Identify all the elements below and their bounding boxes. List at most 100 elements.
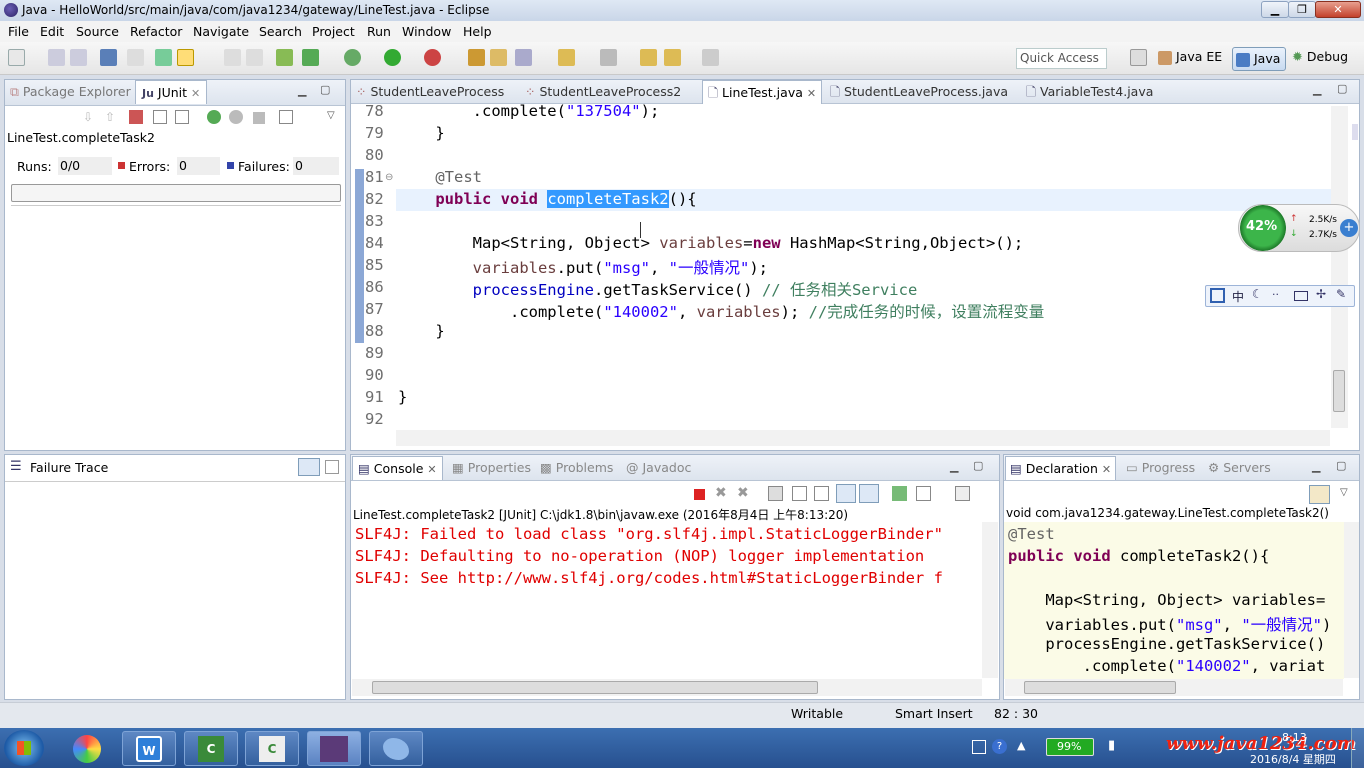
tab-package-explorer[interactable]: ⧉ Package Explorer bbox=[10, 80, 131, 104]
minimize-console-icon[interactable]: ▁ bbox=[950, 460, 958, 473]
stop-icon[interactable] bbox=[253, 112, 265, 124]
tab-linetest[interactable]: 🗋 LineTest.java ✕ bbox=[702, 80, 823, 104]
toggle-mark-icon[interactable] bbox=[155, 49, 172, 66]
show-whitespace-icon[interactable] bbox=[246, 49, 263, 66]
filter-trace-icon[interactable] bbox=[298, 458, 320, 476]
remove-launch-icon[interactable]: ✖ bbox=[715, 485, 727, 501]
tray-icon-a[interactable] bbox=[972, 740, 986, 754]
minimize-editor-icon[interactable]: ▁ bbox=[1313, 83, 1321, 96]
code-line-81[interactable]: @Test bbox=[398, 168, 482, 186]
show-stdout-icon[interactable] bbox=[836, 484, 856, 503]
back-icon[interactable] bbox=[664, 49, 681, 66]
tray-expand-icon[interactable]: ▲ bbox=[1017, 739, 1025, 752]
maximize-editor-icon[interactable]: ▢ bbox=[1337, 82, 1347, 95]
code-line-85[interactable]: variables.put("msg", "一般情况"); bbox=[398, 256, 768, 278]
minimize-declaration-icon[interactable]: ▁ bbox=[1312, 460, 1320, 473]
prev-failure-icon[interactable]: ⇧ bbox=[105, 110, 115, 124]
block-selection-icon[interactable] bbox=[224, 49, 241, 66]
next-failure-icon[interactable]: ⇩ bbox=[83, 110, 93, 124]
run-icon[interactable] bbox=[384, 49, 401, 66]
prev-annotation-icon[interactable] bbox=[600, 49, 617, 66]
tab-console[interactable]: ▤ Console ✕ bbox=[352, 456, 443, 480]
test-tree[interactable] bbox=[11, 205, 341, 449]
tab-variabletest4[interactable]: 🗋 VariableTest4.java bbox=[1026, 80, 1153, 104]
menu-source[interactable]: Source bbox=[76, 24, 119, 39]
highlight-icon[interactable] bbox=[177, 49, 194, 66]
link-editor-icon[interactable] bbox=[1309, 485, 1330, 504]
menu-file[interactable]: File bbox=[8, 24, 29, 39]
view-menu-icon[interactable]: ▽ bbox=[327, 110, 335, 121]
code-line-87[interactable]: .complete("140002", variables); //完成任务的时… bbox=[398, 300, 1044, 322]
clear-console-icon[interactable] bbox=[768, 486, 783, 501]
tab-junit[interactable]: Ju JUnit ✕ bbox=[135, 80, 208, 104]
compare-icon[interactable] bbox=[325, 460, 339, 474]
menu-project[interactable]: Project bbox=[312, 24, 355, 39]
save-all-icon[interactable] bbox=[70, 49, 87, 66]
close-button[interactable]: ✕ bbox=[1315, 1, 1361, 18]
taskbar-app-camtasia[interactable]: C bbox=[184, 731, 238, 766]
declaration-vertical-scrollbar[interactable] bbox=[1344, 522, 1359, 678]
show-failures-icon[interactable] bbox=[129, 110, 143, 124]
tab-studentleaveprocess2[interactable]: ⁘ StudentLeaveProcess2 bbox=[525, 80, 681, 104]
maximize-console-icon[interactable]: ▢ bbox=[973, 459, 983, 472]
menu-window[interactable]: Window bbox=[402, 24, 451, 39]
maximize-view-icon[interactable]: ▢ bbox=[320, 83, 330, 96]
debug-icon[interactable] bbox=[344, 49, 361, 66]
java-ee-perspective[interactable]: Java EE bbox=[1158, 49, 1222, 69]
keyboard-icon[interactable] bbox=[1294, 291, 1308, 301]
fold-icon[interactable]: ⊖ bbox=[385, 172, 393, 183]
menu-navigate[interactable]: Navigate bbox=[193, 24, 249, 39]
close-icon[interactable]: ✕ bbox=[1102, 463, 1111, 476]
code-line-88[interactable]: } bbox=[398, 322, 444, 340]
new-icon[interactable] bbox=[8, 49, 25, 66]
moon-icon[interactable]: ☾ bbox=[1252, 287, 1263, 301]
menu-run[interactable]: Run bbox=[367, 24, 391, 39]
ime-mode[interactable]: 中 bbox=[1232, 288, 1244, 305]
new-class-icon[interactable] bbox=[276, 49, 293, 66]
tab-servers[interactable]: ⚙ Servers bbox=[1208, 456, 1271, 480]
tab-javadoc[interactable]: @ Javadoc bbox=[626, 456, 691, 480]
menu-edit[interactable]: Edit bbox=[40, 24, 64, 39]
save-icon[interactable] bbox=[48, 49, 65, 66]
plus-icon[interactable]: + bbox=[1340, 219, 1358, 237]
external-tools-icon[interactable] bbox=[424, 49, 441, 66]
open-type-icon[interactable] bbox=[468, 49, 485, 66]
maximize-declaration-icon[interactable]: ▢ bbox=[1336, 459, 1346, 472]
tab-studentleaveprocess-java[interactable]: 🗋 StudentLeaveProcess.java bbox=[830, 80, 1008, 104]
last-edit-icon[interactable] bbox=[640, 49, 657, 66]
next-annotation-icon[interactable] bbox=[558, 49, 575, 66]
pin-console-icon[interactable] bbox=[892, 486, 907, 501]
declaration-menu-icon[interactable]: ▽ bbox=[1340, 487, 1348, 498]
scroll-lock-icon[interactable] bbox=[153, 110, 167, 124]
taskbar-app-mysql[interactable] bbox=[369, 731, 423, 766]
open-perspective-icon[interactable] bbox=[1130, 49, 1147, 66]
skip-breakpoints-icon[interactable] bbox=[127, 49, 144, 66]
menu-refactor[interactable]: Refactor bbox=[130, 24, 182, 39]
code-line-91[interactable]: } bbox=[398, 388, 407, 406]
display-console-icon[interactable] bbox=[916, 486, 931, 501]
console-scroll-thumb[interactable] bbox=[372, 681, 818, 694]
rerun-failed-icon[interactable] bbox=[229, 110, 243, 124]
menu-help[interactable]: Help bbox=[463, 24, 492, 39]
console-icon[interactable] bbox=[100, 49, 117, 66]
java-perspective[interactable]: Java bbox=[1232, 47, 1286, 71]
minimize-view-icon[interactable]: ▁ bbox=[298, 84, 306, 97]
code-line-79[interactable]: } bbox=[398, 124, 444, 142]
code-line-84[interactable]: Map<String, Object> variables=new HashMa… bbox=[398, 234, 1024, 252]
ime-toolbar[interactable]: 中 ☾ ·· ✢ ✎ bbox=[1205, 285, 1355, 307]
editor-scroll-thumb[interactable] bbox=[1333, 370, 1345, 412]
tab-properties[interactable]: ▦ Properties bbox=[452, 456, 531, 480]
remove-all-icon[interactable]: ✖ bbox=[737, 485, 749, 501]
search-tool-icon[interactable] bbox=[515, 49, 532, 66]
open-console-icon[interactable] bbox=[955, 486, 970, 501]
tab-declaration[interactable]: ▤ Declaration ✕ bbox=[1005, 456, 1117, 480]
restore-button[interactable]: ❐ bbox=[1288, 1, 1316, 18]
code-line-78[interactable]: .complete("137504"); bbox=[398, 102, 660, 120]
refresh-icon[interactable] bbox=[302, 49, 319, 66]
forward-icon[interactable] bbox=[702, 49, 719, 66]
taskbar-app-eclipse[interactable] bbox=[307, 731, 361, 766]
history-icon[interactable] bbox=[279, 110, 293, 124]
taskbar-app-camtasia-recorder[interactable]: C bbox=[245, 731, 299, 766]
tab-studentleaveprocess[interactable]: ⁘ StudentLeaveProcess bbox=[356, 80, 504, 104]
code-line-82[interactable]: public void completeTask2(){ bbox=[398, 190, 697, 208]
